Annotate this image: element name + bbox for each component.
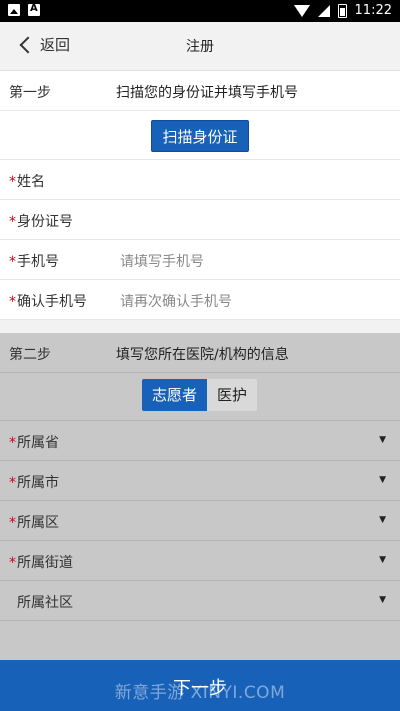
district-label: 所属区	[17, 515, 59, 531]
id-number-field-row[interactable]: *身份证号	[0, 200, 400, 240]
name-field-row[interactable]: *姓名	[0, 160, 400, 200]
required-marker: *	[9, 435, 16, 451]
next-step-button[interactable]: 新意手游 XINYI.COM 下一步	[0, 660, 400, 711]
role-segment-row: 志愿者 医护	[0, 373, 400, 421]
cell-signal-icon	[317, 4, 330, 17]
scan-row: 扫描身份证	[0, 111, 400, 160]
dropdown-caret-icon: ▼	[379, 475, 386, 485]
phone-input[interactable]: 请填写手机号	[120, 251, 204, 271]
dropdown-caret-icon: ▼	[379, 435, 386, 445]
scan-id-card-button[interactable]: 扫描身份证	[151, 120, 249, 152]
street-label: 所属街道	[17, 555, 73, 571]
required-marker: *	[9, 475, 16, 491]
required-marker: *	[9, 174, 16, 190]
dropdown-caret-icon: ▼	[379, 595, 386, 605]
app-notification-icon	[28, 3, 40, 16]
phone-label: 手机号	[17, 254, 59, 270]
required-marker: *	[9, 555, 16, 571]
id-number-label: 身份证号	[17, 214, 73, 230]
segment-volunteer[interactable]: 志愿者	[142, 379, 208, 411]
required-marker: *	[9, 214, 16, 230]
required-marker: *	[9, 294, 16, 310]
dropdown-caret-icon: ▼	[379, 555, 386, 565]
step2-description: 填写您所在医院/机构的信息	[116, 347, 289, 363]
province-label: 所属省	[17, 435, 59, 451]
confirm-phone-field-row: *确认手机号 请再次确认手机号	[0, 280, 400, 320]
confirm-phone-input[interactable]: 请再次确认手机号	[120, 291, 232, 311]
street-select[interactable]: *所属街道 ▼	[0, 541, 400, 581]
required-marker: *	[9, 515, 16, 531]
step2-header: 第二步 填写您所在医院/机构的信息	[0, 333, 400, 373]
required-marker: *	[9, 254, 16, 270]
step2-label: 第二步	[9, 347, 51, 363]
role-segmented-control: 志愿者 医护	[142, 379, 258, 411]
section-fill	[0, 621, 400, 660]
confirm-phone-label: 确认手机号	[17, 294, 87, 310]
step1-label: 第一步	[9, 85, 51, 101]
city-label: 所属市	[17, 475, 59, 491]
province-select[interactable]: *所属省 ▼	[0, 421, 400, 461]
status-time: 11:22	[354, 3, 392, 18]
battery-icon	[337, 3, 347, 18]
wifi-icon	[293, 4, 310, 17]
status-bar: 11:22	[0, 0, 400, 22]
step1-description: 扫描您的身份证并填写手机号	[116, 85, 298, 101]
community-select[interactable]: 所属社区 ▼	[0, 581, 400, 621]
segment-medical-staff[interactable]: 医护	[207, 379, 258, 411]
community-label: 所属社区	[17, 595, 73, 611]
section-gap	[0, 320, 400, 333]
step1-header: 第一步 扫描您的身份证并填写手机号	[0, 71, 400, 111]
name-label: 姓名	[17, 174, 45, 190]
dropdown-caret-icon: ▼	[379, 515, 386, 525]
image-notification-icon	[8, 4, 20, 16]
phone-field-row: *手机号 请填写手机号	[0, 240, 400, 280]
next-step-label: 下一步	[173, 678, 227, 699]
city-select[interactable]: *所属市 ▼	[0, 461, 400, 501]
district-select[interactable]: *所属区 ▼	[0, 501, 400, 541]
nav-bar: 返回 注册	[0, 22, 400, 71]
page-title: 注册	[186, 39, 214, 55]
